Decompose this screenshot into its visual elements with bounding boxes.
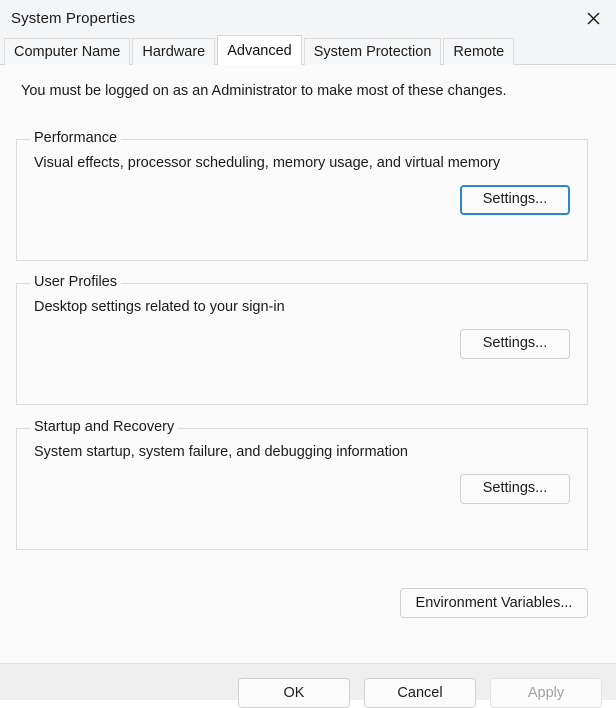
title-bar: System Properties bbox=[0, 0, 616, 36]
group-actions: Settings... bbox=[17, 171, 587, 228]
group-performance: Performance Visual effects, processor sc… bbox=[16, 131, 588, 261]
tab-hardware[interactable]: Hardware bbox=[132, 38, 216, 65]
tab-strip: Computer Name Hardware Advanced System P… bbox=[0, 35, 616, 65]
tab-system-protection[interactable]: System Protection bbox=[303, 38, 442, 65]
group-legend: User Profiles bbox=[30, 275, 121, 290]
group-user-profiles: User Profiles Desktop settings related t… bbox=[16, 275, 588, 405]
tab-computer-name[interactable]: Computer Name bbox=[4, 38, 131, 65]
apply-button: Apply bbox=[490, 678, 602, 708]
tab-label: System Protection bbox=[313, 44, 432, 60]
tab-label: Remote bbox=[453, 44, 505, 60]
close-button[interactable] bbox=[570, 0, 616, 36]
performance-settings-button[interactable]: Settings... bbox=[460, 184, 570, 215]
group-legend: Performance bbox=[30, 131, 122, 146]
administrator-note: You must be logged on as an Administrato… bbox=[21, 83, 507, 99]
group-actions: Settings... bbox=[17, 460, 587, 517]
group-startup-and-recovery: Startup and Recovery System startup, sys… bbox=[16, 420, 588, 550]
environment-variables-row: Environment Variables... bbox=[16, 588, 588, 618]
user-profiles-settings-button[interactable]: Settings... bbox=[460, 328, 570, 359]
tab-label: Advanced bbox=[227, 42, 292, 59]
startup-recovery-settings-button[interactable]: Settings... bbox=[460, 473, 570, 504]
tab-label: Computer Name bbox=[14, 44, 121, 60]
ok-button[interactable]: OK bbox=[238, 678, 350, 708]
tab-content-advanced: You must be logged on as an Administrato… bbox=[0, 65, 616, 663]
group-actions: Settings... bbox=[17, 315, 587, 372]
system-properties-dialog: System Properties Computer Name Hardware… bbox=[0, 0, 616, 708]
window-controls bbox=[570, 0, 616, 36]
tab-remote[interactable]: Remote bbox=[443, 38, 515, 65]
dialog-footer: OK Cancel Apply bbox=[0, 663, 616, 708]
cancel-button[interactable]: Cancel bbox=[364, 678, 476, 708]
group-legend: Startup and Recovery bbox=[30, 420, 179, 435]
close-icon bbox=[587, 12, 600, 25]
tab-advanced[interactable]: Advanced bbox=[217, 35, 302, 65]
environment-variables-button[interactable]: Environment Variables... bbox=[400, 588, 588, 618]
window-title: System Properties bbox=[11, 9, 136, 27]
tab-label: Hardware bbox=[142, 44, 206, 60]
